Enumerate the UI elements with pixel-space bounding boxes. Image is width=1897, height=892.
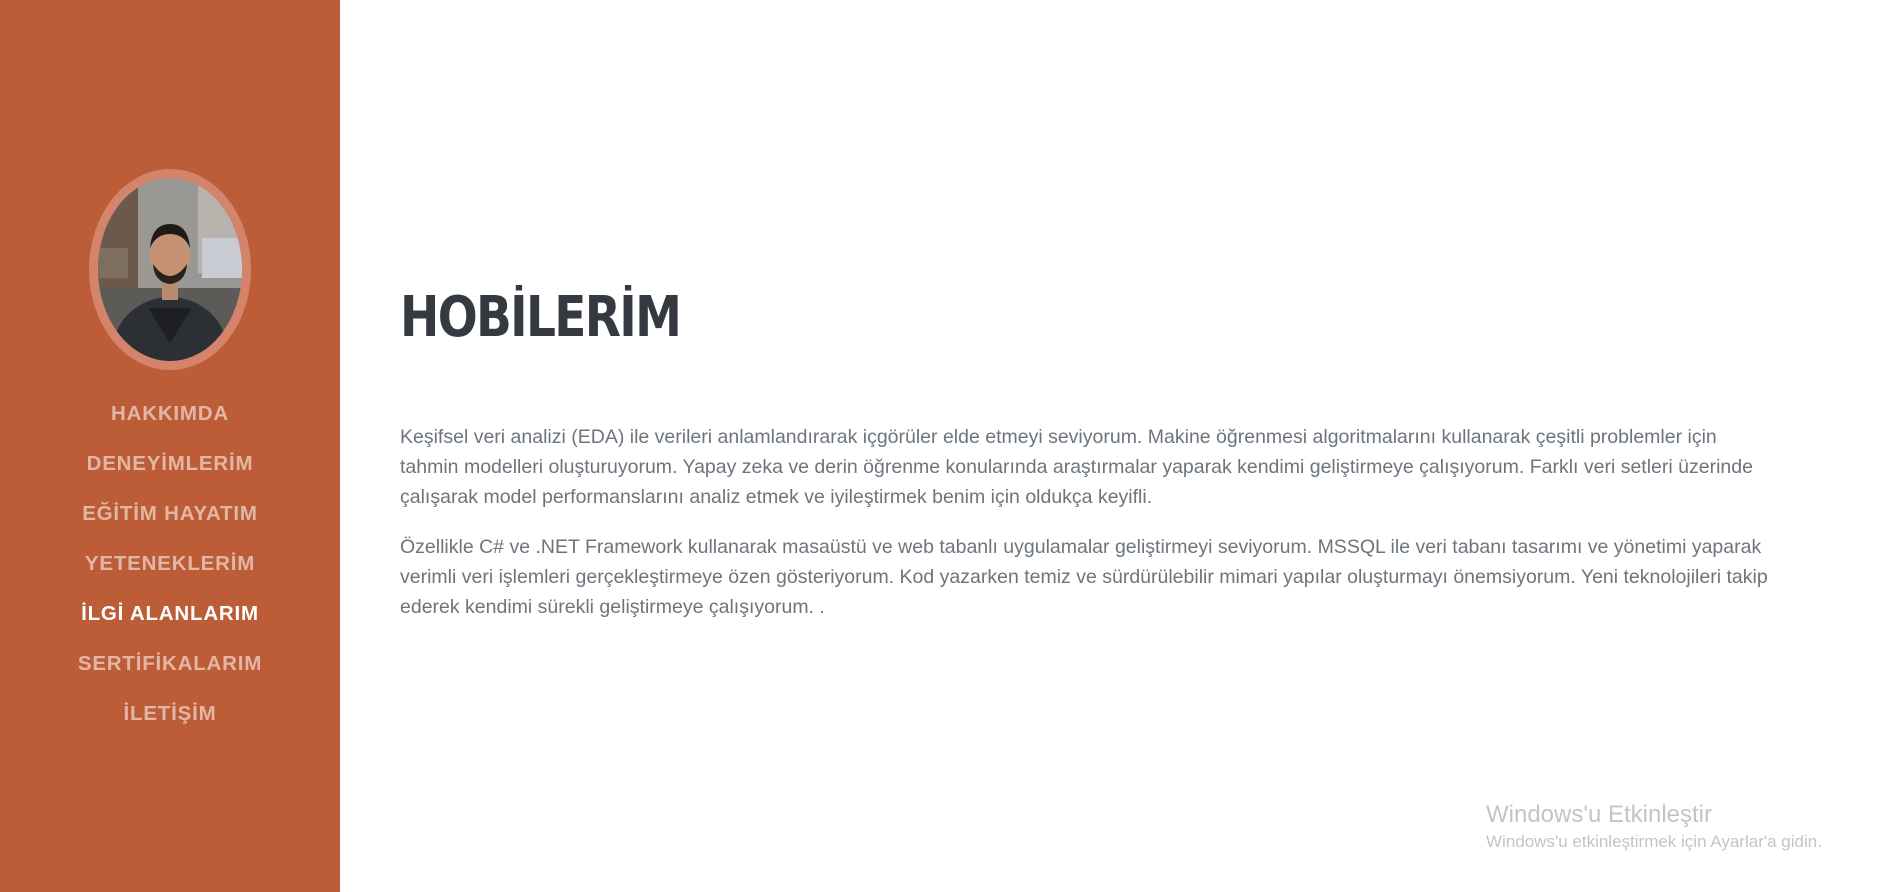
nav-link-hakkimda[interactable]: HAKKIMDA — [111, 396, 229, 432]
nav-item-egitim-hayatim: EĞİTİM HAYATIM — [0, 496, 340, 546]
sidebar-nav: HAKKIMDA DENEYİMLERİM EĞİTİM HAYATIM YET… — [0, 396, 340, 746]
nav-item-hakkimda: HAKKIMDA — [0, 396, 340, 446]
nav-link-egitim-hayatim[interactable]: EĞİTİM HAYATIM — [82, 496, 258, 532]
nav-link-iletisim[interactable]: İLETİŞİM — [124, 696, 217, 732]
paragraph-data-science: Keşifsel veri analizi (EDA) ile verileri… — [400, 426, 1753, 508]
nav-link-deneyimlerim[interactable]: DENEYİMLERİM — [87, 446, 254, 482]
nav-item-sertifikalarim: SERTİFİKALARIM — [0, 646, 340, 696]
sidebar: HAKKIMDA DENEYİMLERİM EĞİTİM HAYATIM YET… — [0, 0, 340, 892]
watermark-title: Windows'u Etkinleştir — [1486, 801, 1712, 828]
nav-link-yeteneklerim[interactable]: YETENEKLERİM — [85, 546, 255, 582]
nav-item-iletisim: İLETİŞİM — [0, 696, 340, 746]
watermark-subtitle: Windows'u etkinleştirmek için Ayarlar'a … — [1486, 832, 1822, 851]
avatar-frame — [89, 169, 251, 370]
paragraph-software-dev: Özellikle C# ve .NET Framework kullanara… — [400, 536, 1768, 618]
avatar — [98, 178, 242, 361]
section-title: HOBİLERİM — [400, 285, 682, 350]
nav-item-yeteneklerim: YETENEKLERİM — [0, 546, 340, 596]
page: HAKKIMDA DENEYİMLERİM EĞİTİM HAYATIM YET… — [0, 0, 1897, 892]
nav-link-ilgi-alanlarim[interactable]: İLGİ ALANLARIM — [81, 596, 259, 632]
nav-item-ilgi-alanlarim: İLGİ ALANLARIM — [0, 596, 340, 646]
avatar-photo — [98, 178, 242, 361]
windows-activation-watermark: Windows'u Etkinleştir Windows'u etkinleş… — [1486, 800, 1822, 854]
nav-item-deneyimlerim: DENEYİMLERİM — [0, 446, 340, 496]
nav-link-sertifikalarim[interactable]: SERTİFİKALARIM — [78, 646, 262, 682]
